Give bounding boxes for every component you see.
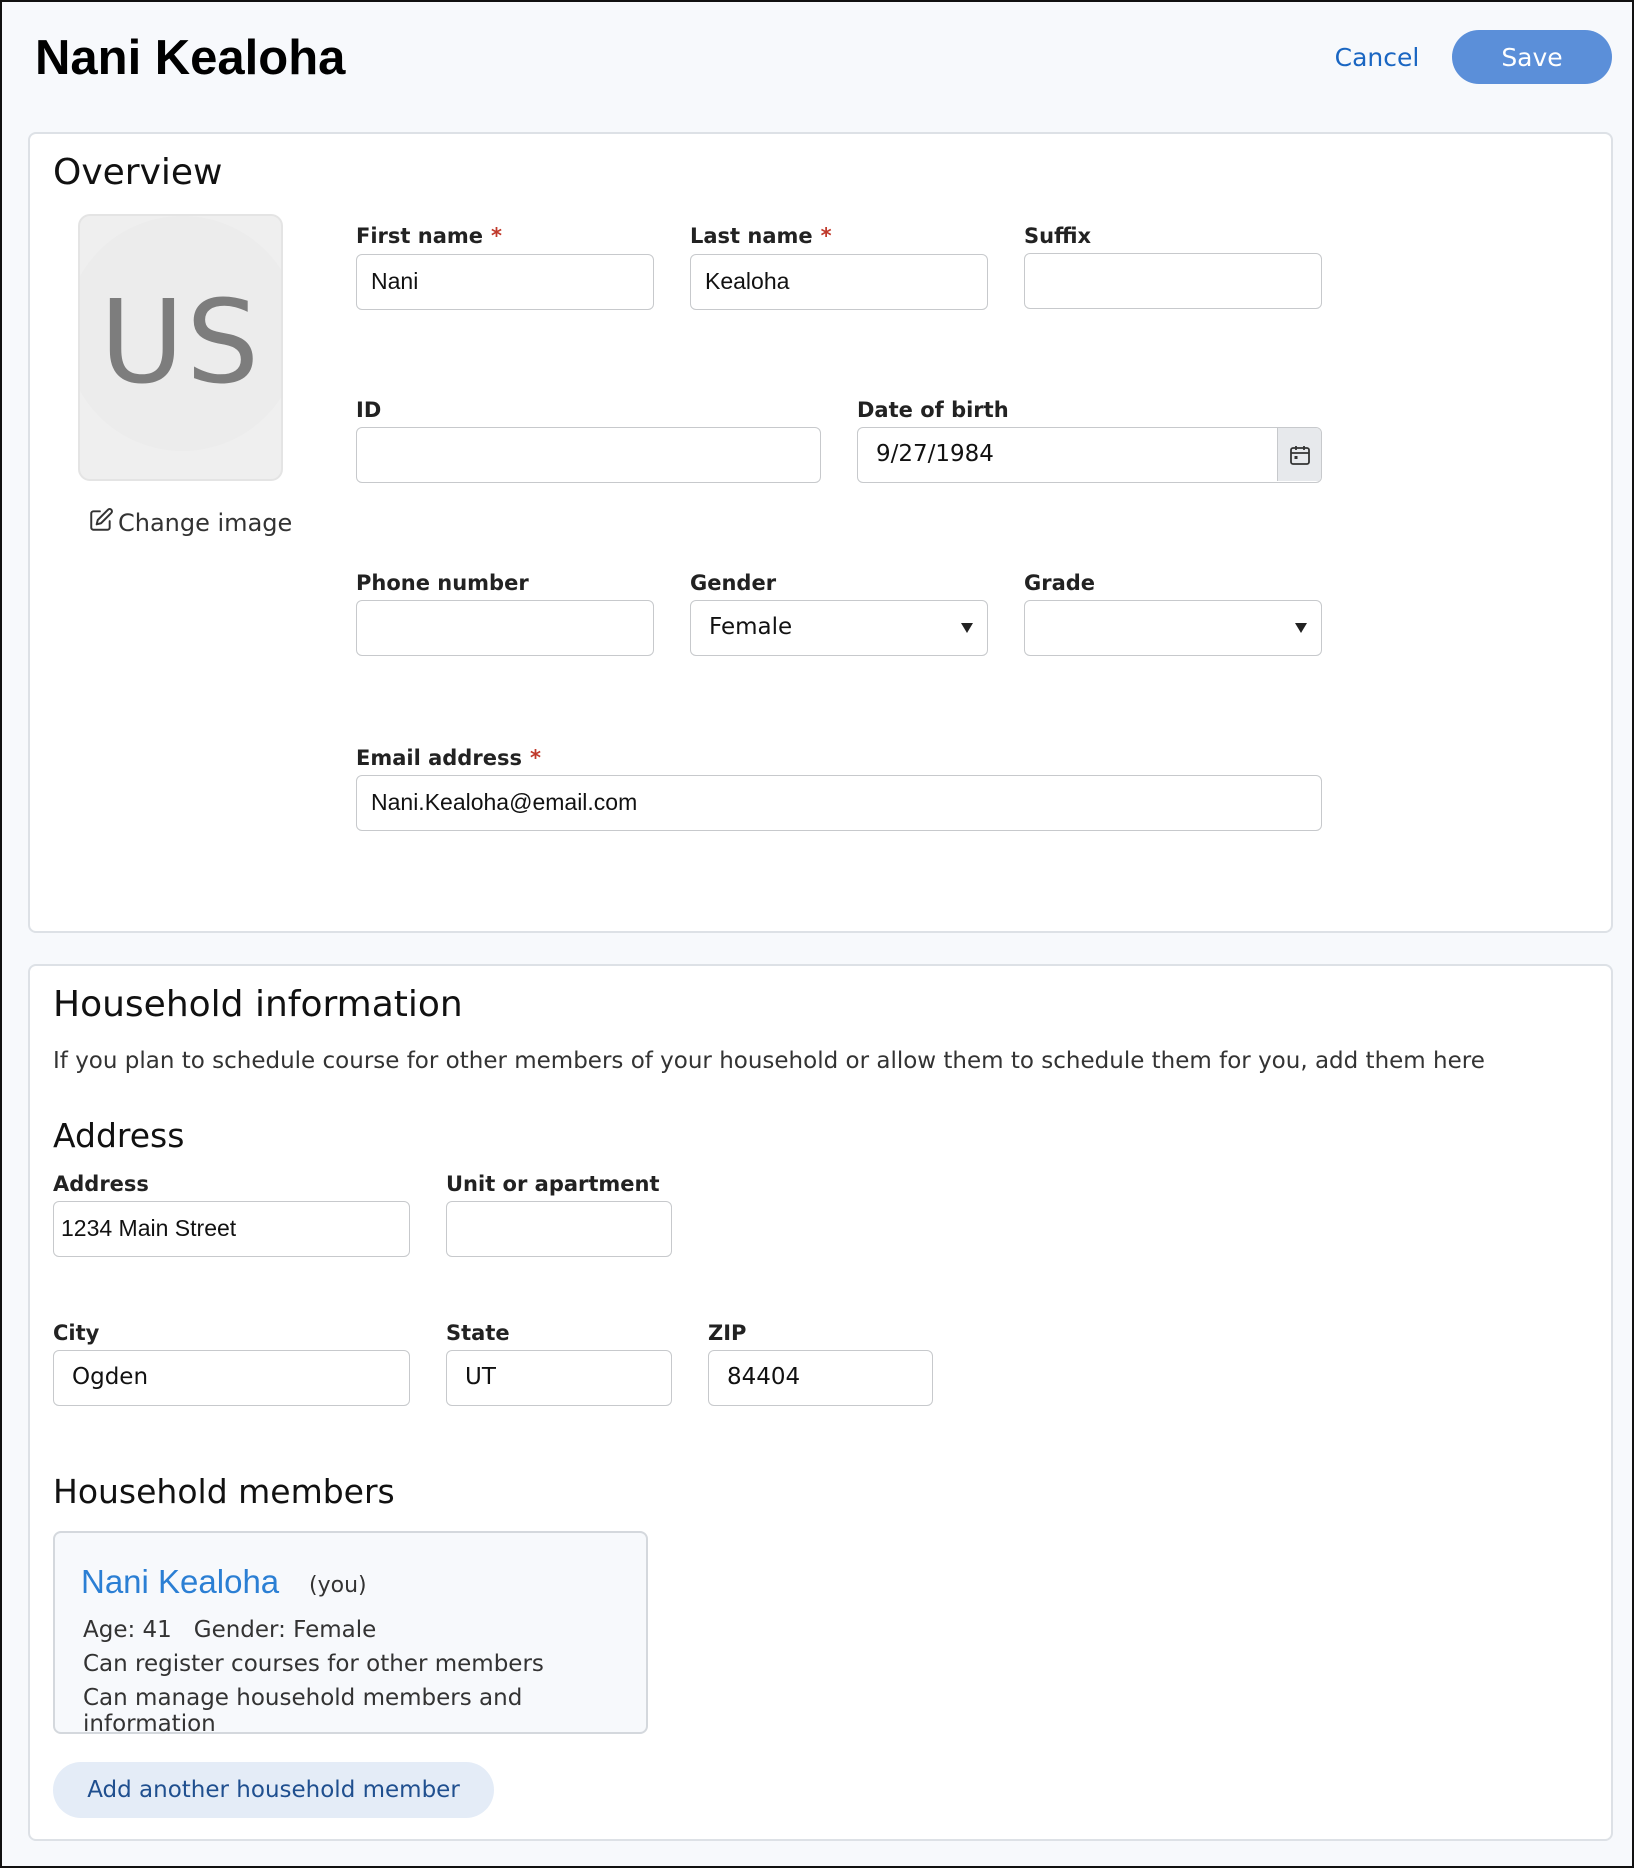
gender-label: Gender <box>690 571 777 595</box>
required-marker: * <box>529 746 541 770</box>
calendar-icon <box>1289 445 1310 465</box>
household-description: If you plan to schedule course for other… <box>53 1048 1485 1074</box>
state-field[interactable]: UT <box>446 1350 672 1406</box>
suffix-label: Suffix <box>1024 224 1092 248</box>
member-permission-manage: Can manage household members and informa… <box>83 1685 523 1737</box>
caret-down-icon <box>961 623 973 633</box>
email-field[interactable]: Nani.Kealoha@email.com <box>356 775 1322 831</box>
member-you-tag: (you) <box>309 1573 367 1598</box>
phone-number-field[interactable] <box>356 600 654 656</box>
household-members-heading: Household members <box>53 1472 395 1511</box>
address-label: Address <box>53 1172 149 1196</box>
id-field[interactable] <box>356 427 821 483</box>
required-marker: * <box>820 224 832 248</box>
last-name-field[interactable]: Kealoha <box>690 254 988 310</box>
suffix-field[interactable] <box>1024 253 1322 309</box>
gender-value: Female <box>709 614 793 640</box>
city-field[interactable]: Ogden <box>53 1350 410 1406</box>
member-age-gender: Age: 41 Gender: Female <box>83 1617 377 1643</box>
page-title: Nani Kealoha <box>35 31 346 85</box>
grade-select[interactable] <box>1024 600 1322 656</box>
overview-heading: Overview <box>53 152 223 193</box>
app-window: Nani Kealoha Cancel Save Overview US Cha… <box>0 0 1634 1868</box>
household-heading: Household information <box>53 984 463 1025</box>
avatar-initials: US <box>99 276 262 410</box>
unit-field[interactable] <box>446 1201 672 1257</box>
add-household-member-button[interactable]: Add another household member <box>53 1762 494 1818</box>
member-permission-register: Can register courses for other members <box>83 1651 544 1677</box>
city-label: City <box>53 1321 100 1345</box>
zip-label: ZIP <box>708 1321 747 1345</box>
email-label-text: Email address <box>356 746 522 770</box>
first-name-label-text: First name <box>356 224 483 248</box>
state-label: State <box>446 1321 510 1345</box>
household-member-card: Nani Kealoha (you) Age: 41 Gender: Femal… <box>53 1531 648 1737</box>
save-button[interactable]: Save <box>1452 30 1612 84</box>
date-of-birth-field[interactable]: 9/27/1984 <box>857 427 1322 483</box>
required-marker: * <box>491 224 502 248</box>
unit-label: Unit or apartment <box>446 1172 660 1196</box>
cancel-button[interactable]: Cancel <box>1322 38 1432 78</box>
last-name-label: Last name * <box>690 224 832 248</box>
grade-label: Grade <box>1024 571 1096 595</box>
caret-down-icon <box>1295 623 1307 633</box>
edit-icon <box>88 507 114 539</box>
date-picker-button[interactable] <box>1277 428 1321 481</box>
dob-value: 9/27/1984 <box>876 441 994 467</box>
phone-label: Phone number <box>356 571 529 595</box>
email-label: Email address * <box>356 746 541 770</box>
id-label: ID <box>356 398 382 422</box>
gender-select[interactable]: Female <box>690 600 988 656</box>
avatar: US <box>78 214 283 481</box>
dob-label: Date of birth <box>857 398 1009 422</box>
first-name-field[interactable]: Nani <box>356 254 654 310</box>
first-name-label: First name * <box>356 224 502 248</box>
address-field[interactable]: 1234 Main Street <box>53 1201 410 1257</box>
member-name-link[interactable]: Nani Kealoha <box>81 1563 279 1601</box>
last-name-label-text: Last name <box>690 224 813 248</box>
change-image-link[interactable]: Change image <box>88 507 292 539</box>
address-heading: Address <box>53 1116 185 1155</box>
zip-field[interactable]: 84404 <box>708 1350 933 1406</box>
change-image-label: Change image <box>118 509 293 537</box>
